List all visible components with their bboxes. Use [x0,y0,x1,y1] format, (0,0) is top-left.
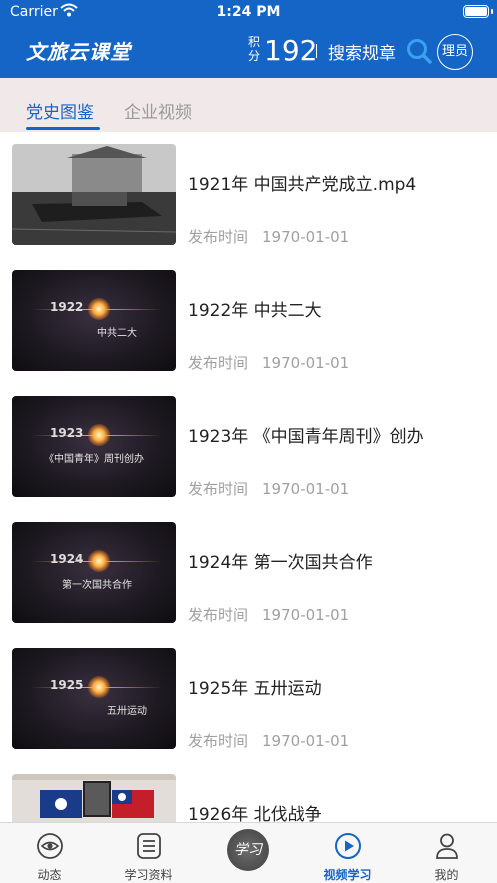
video-title: 1923年 《中国青年周刊》创办 [188,427,424,447]
app-header: 文旅云课堂 积分 192 搜索规章 理员 [0,24,497,78]
video-title: 1924年 第一次国共合作 [188,553,373,573]
video-thumbnail[interactable] [12,774,176,822]
battery-icon [463,5,489,18]
video-title: 1925年 五卅运动 [188,679,322,699]
video-thumbnail[interactable]: 1923 《中国青年》周刊创办 [12,396,176,497]
publish-date: 1970-01-01 [262,606,350,624]
publish-label: 发布时间 [188,732,249,750]
publish-date: 1970-01-01 [262,228,350,246]
video-thumbnail[interactable]: 1924 第一次国共合作 [12,522,176,623]
tab-profile[interactable]: 我的 [397,823,496,883]
search-icon[interactable] [405,37,433,65]
thumbnail-year: 1922 [50,300,84,314]
category-tabs: 党史图鉴 企业视频 [0,78,497,132]
thumbnail-year: 1925 [50,678,84,692]
thumbnail-caption: 第一次国共合作 [62,580,132,591]
tab-label: 学习资料 [124,868,173,882]
thumbnail-caption: 五卅运动 [107,706,147,717]
play-icon [335,833,361,859]
publish-label: 发布时间 [188,480,249,498]
tab-study-materials[interactable]: 学习资料 [99,823,198,883]
user-button[interactable]: 理员 [437,34,473,70]
points-value: 192 [264,34,318,67]
tab-label: 视频学习 [323,868,372,882]
list-item[interactable]: 1925 五卅运动 1925年 五卅运动 发布时间 1970-01-01 [0,636,497,762]
list-item[interactable]: 1924 第一次国共合作 1924年 第一次国共合作 发布时间 1970-01-0… [0,510,497,636]
publish-info: 发布时间 1970-01-01 [188,604,349,625]
boat-photo-image [12,144,176,245]
study-badge-icon[interactable]: 学习 [227,829,269,871]
tab-party-history[interactable]: 党史图鉴 [26,98,94,123]
publish-label: 发布时间 [188,606,249,624]
publish-info: 发布时间 1970-01-01 [188,478,349,499]
battery-tip [491,9,493,14]
eye-icon [37,833,63,859]
video-thumbnail[interactable]: 1922 中共二大 [12,270,176,371]
light-flare [88,298,110,320]
document-icon [137,833,161,859]
video-thumbnail[interactable] [12,144,176,245]
light-flare [88,424,110,446]
video-title: 1922年 中共二大 [188,301,322,321]
list-item[interactable]: 1926年 北伐战争 [0,762,497,822]
publish-label: 发布时间 [188,228,249,246]
thumbnail-year: 1924 [50,552,84,566]
tab-video-learning[interactable]: 视频学习 [298,823,397,883]
thumbnail-caption: 中共二大 [97,328,137,339]
light-flare [88,550,110,572]
thumbnail-caption: 《中国青年》周刊创办 [44,454,144,465]
status-bar: Carrier 1:24 PM [0,0,497,24]
thumbnail-year: 1923 [50,426,84,440]
app-title: 文旅云课堂 [26,40,131,64]
list-item[interactable]: 1922 中共二大 1922年 中共二大 发布时间 1970-01-01 [0,258,497,384]
points-label: 积分 [248,35,261,63]
tab-company-videos[interactable]: 企业视频 [124,98,192,123]
publish-date: 1970-01-01 [262,732,350,750]
flags-photo-image [12,774,176,822]
person-icon [436,833,458,859]
publish-info: 发布时间 1970-01-01 [188,226,349,247]
active-tab-indicator [26,127,100,130]
rules-link[interactable]: 搜索规章 [328,39,396,64]
publish-info: 发布时间 1970-01-01 [188,730,349,751]
tab-news[interactable]: 动态 [0,823,99,883]
publish-info: 发布时间 1970-01-01 [188,352,349,373]
light-flare [88,676,110,698]
publish-date: 1970-01-01 [262,354,350,372]
clock: 1:24 PM [216,4,281,20]
video-thumbnail[interactable]: 1925 五卅运动 [12,648,176,749]
publish-label: 发布时间 [188,354,249,372]
tab-label: 动态 [37,868,62,882]
list-item[interactable]: 1923 《中国青年》周刊创办 1923年 《中国青年周刊》创办 发布时间 197… [0,384,497,510]
tab-label: 我的 [434,868,459,882]
header-divider [316,44,317,58]
video-title: 1926年 北伐战争 [188,805,322,822]
list-item[interactable]: 1921年 中国共产党成立.mp4 发布时间 1970-01-01 [0,132,497,258]
video-title: 1921年 中国共产党成立.mp4 [188,175,417,195]
video-list[interactable]: 1921年 中国共产党成立.mp4 发布时间 1970-01-01 1922 中共… [0,132,497,822]
bottom-tab-bar: 动态 学习资料 学习 视频学习 我的 [0,822,497,883]
publish-date: 1970-01-01 [262,480,350,498]
